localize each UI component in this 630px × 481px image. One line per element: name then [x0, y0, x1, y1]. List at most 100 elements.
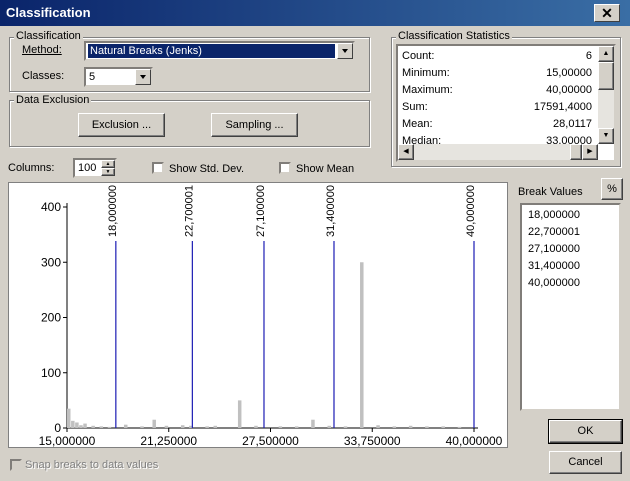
statistic-label: Count:	[402, 50, 435, 62]
break-value-item[interactable]: 27,100000	[528, 243, 580, 255]
histogram-chart[interactable]: 0 100 200 300 400 15,000000 21,250000 27,500000…	[9, 183, 507, 447]
statistic-value: 17591,4000	[533, 101, 592, 113]
histogram-bar	[75, 422, 79, 428]
histogram-bar	[140, 426, 144, 428]
close-button[interactable]: ✕	[594, 4, 620, 22]
classes-dropdown[interactable]: 5	[84, 67, 153, 87]
scroll-thumb[interactable]	[598, 62, 614, 90]
break-values-items: 18,000000 22,700001 27,100000 31,400000 40,0…	[522, 205, 619, 409]
y-tick-label: 300	[41, 255, 61, 269]
statistics-group-title: Classification Statistics	[396, 30, 512, 42]
histogram-bar	[457, 426, 462, 428]
histogram-bar	[441, 426, 445, 428]
scroll-down-icon[interactable]: ▼	[598, 128, 614, 144]
histogram-bar	[213, 425, 218, 428]
histogram-bar	[152, 419, 156, 428]
columns-label: Columns:	[8, 162, 55, 174]
data-exclusion-group-title: Data Exclusion	[14, 94, 92, 106]
cancel-button[interactable]: Cancel	[549, 451, 622, 474]
show-std-dev-checkbox[interactable]	[152, 162, 164, 174]
break-value-item[interactable]: 31,400000	[528, 260, 580, 272]
histogram-bar	[376, 425, 380, 428]
break-line-label: 27,100000	[255, 185, 267, 237]
columns-value: 100	[78, 162, 97, 174]
statistic-label: Minimum:	[402, 67, 450, 79]
classes-value: 5	[89, 71, 96, 83]
stepper-up-icon[interactable]: ▲	[101, 160, 115, 168]
percent-button[interactable]: %	[601, 178, 623, 200]
histogram-bar	[425, 426, 429, 428]
y-tick-label: 400	[41, 200, 61, 214]
histogram-bar	[164, 425, 169, 428]
statistic-label: Median:	[402, 135, 442, 144]
statistic-label: Mean:	[402, 118, 433, 130]
exclusion-button[interactable]: Exclusion ...	[78, 113, 165, 137]
chevron-down-icon[interactable]	[135, 69, 151, 85]
histogram-bar	[123, 424, 128, 428]
x-tick-label: 21,250000	[140, 434, 197, 447]
statistic-label: Sum:	[402, 101, 428, 113]
histogram-bar	[311, 419, 315, 428]
break-values-list[interactable]: 18,000000 22,700001 27,100000 31,400000 40,0…	[520, 203, 621, 411]
break-line-label: 31,400000	[325, 185, 337, 237]
x-tick-label: 27,500000	[242, 434, 299, 447]
histogram-bar	[205, 426, 209, 428]
break-value-item[interactable]: 22,700001	[528, 226, 580, 238]
columns-stepper[interactable]: 100 ▲ ▼	[73, 158, 117, 178]
histogram-bar	[71, 420, 75, 428]
histogram-bar	[83, 423, 87, 428]
y-tick-label: 0	[54, 421, 61, 435]
title-bar	[0, 0, 630, 26]
histogram-bar	[254, 425, 258, 428]
snap-checkbox	[10, 459, 22, 471]
horizontal-scrollbar[interactable]: ◀ ▶	[398, 144, 598, 160]
statistics-row: Count: 6	[402, 50, 592, 66]
x-tick-label: 33,750000	[344, 434, 401, 447]
scroll-right-icon[interactable]: ▶	[582, 144, 598, 160]
data-exclusion-group	[9, 100, 370, 147]
statistics-row: Maximum: 40,00000	[402, 84, 592, 100]
statistic-value: 40,00000	[546, 84, 592, 96]
chevron-down-icon[interactable]	[337, 43, 353, 59]
histogram-bar	[107, 426, 112, 428]
snap-label: Snap breaks to data values	[25, 459, 159, 471]
sampling-button[interactable]: Sampling ...	[211, 113, 298, 137]
statistics-list[interactable]: Count: 6 Minimum: 15,00000 Maximum: 40,00000 S…	[396, 44, 616, 162]
break-line-label: 40,000000	[465, 185, 477, 237]
show-mean-checkbox[interactable]	[279, 162, 291, 174]
break-value-item[interactable]: 40,000000	[528, 277, 580, 289]
histogram-bar	[343, 426, 348, 428]
y-tick-label: 100	[41, 366, 61, 380]
x-tick-label: 40,000000	[446, 434, 503, 447]
break-value-item[interactable]: 18,000000	[528, 209, 580, 221]
method-dropdown[interactable]: Natural Breaks (Jenks)	[84, 41, 355, 61]
histogram-bar	[392, 426, 397, 428]
histogram-bar	[180, 425, 185, 428]
histogram-bar	[408, 425, 413, 428]
histogram-bar	[79, 425, 83, 428]
scroll-left-icon[interactable]: ◀	[398, 144, 414, 160]
show-mean-label: Show Mean	[296, 163, 355, 175]
statistics-rows: Count: 6 Minimum: 15,00000 Maximum: 40,00000 S…	[398, 46, 598, 144]
statistic-value: 6	[585, 50, 592, 62]
y-tick-label: 200	[41, 311, 61, 325]
method-value: Natural Breaks (Jenks)	[88, 44, 335, 58]
x-tick-label: 15,000000	[39, 434, 96, 447]
statistics-row: Mean: 28,0117	[402, 118, 592, 134]
histogram-panel[interactable]: 0 100 200 300 400 15,000000 21,250000 27,500000…	[8, 182, 508, 448]
histogram-bar	[99, 426, 104, 428]
break-line-label: 22,700001	[183, 185, 195, 237]
histogram-bar	[237, 400, 242, 428]
ok-button[interactable]: OK	[548, 419, 623, 444]
statistic-value: 28,0117	[553, 118, 592, 130]
histogram-bar	[278, 426, 283, 428]
stepper-down-icon[interactable]: ▼	[101, 168, 115, 176]
statistics-row: Median: 33,00000	[402, 135, 592, 144]
scroll-up-icon[interactable]: ▲	[598, 46, 614, 62]
break-line-label: 18,000000	[107, 185, 119, 237]
histogram-bar	[360, 262, 364, 428]
histogram-bar	[327, 425, 331, 428]
histogram-bar	[91, 425, 95, 428]
vertical-scrollbar[interactable]: ▲ ▼	[598, 46, 614, 144]
h-scroll-thumb[interactable]	[570, 144, 582, 160]
